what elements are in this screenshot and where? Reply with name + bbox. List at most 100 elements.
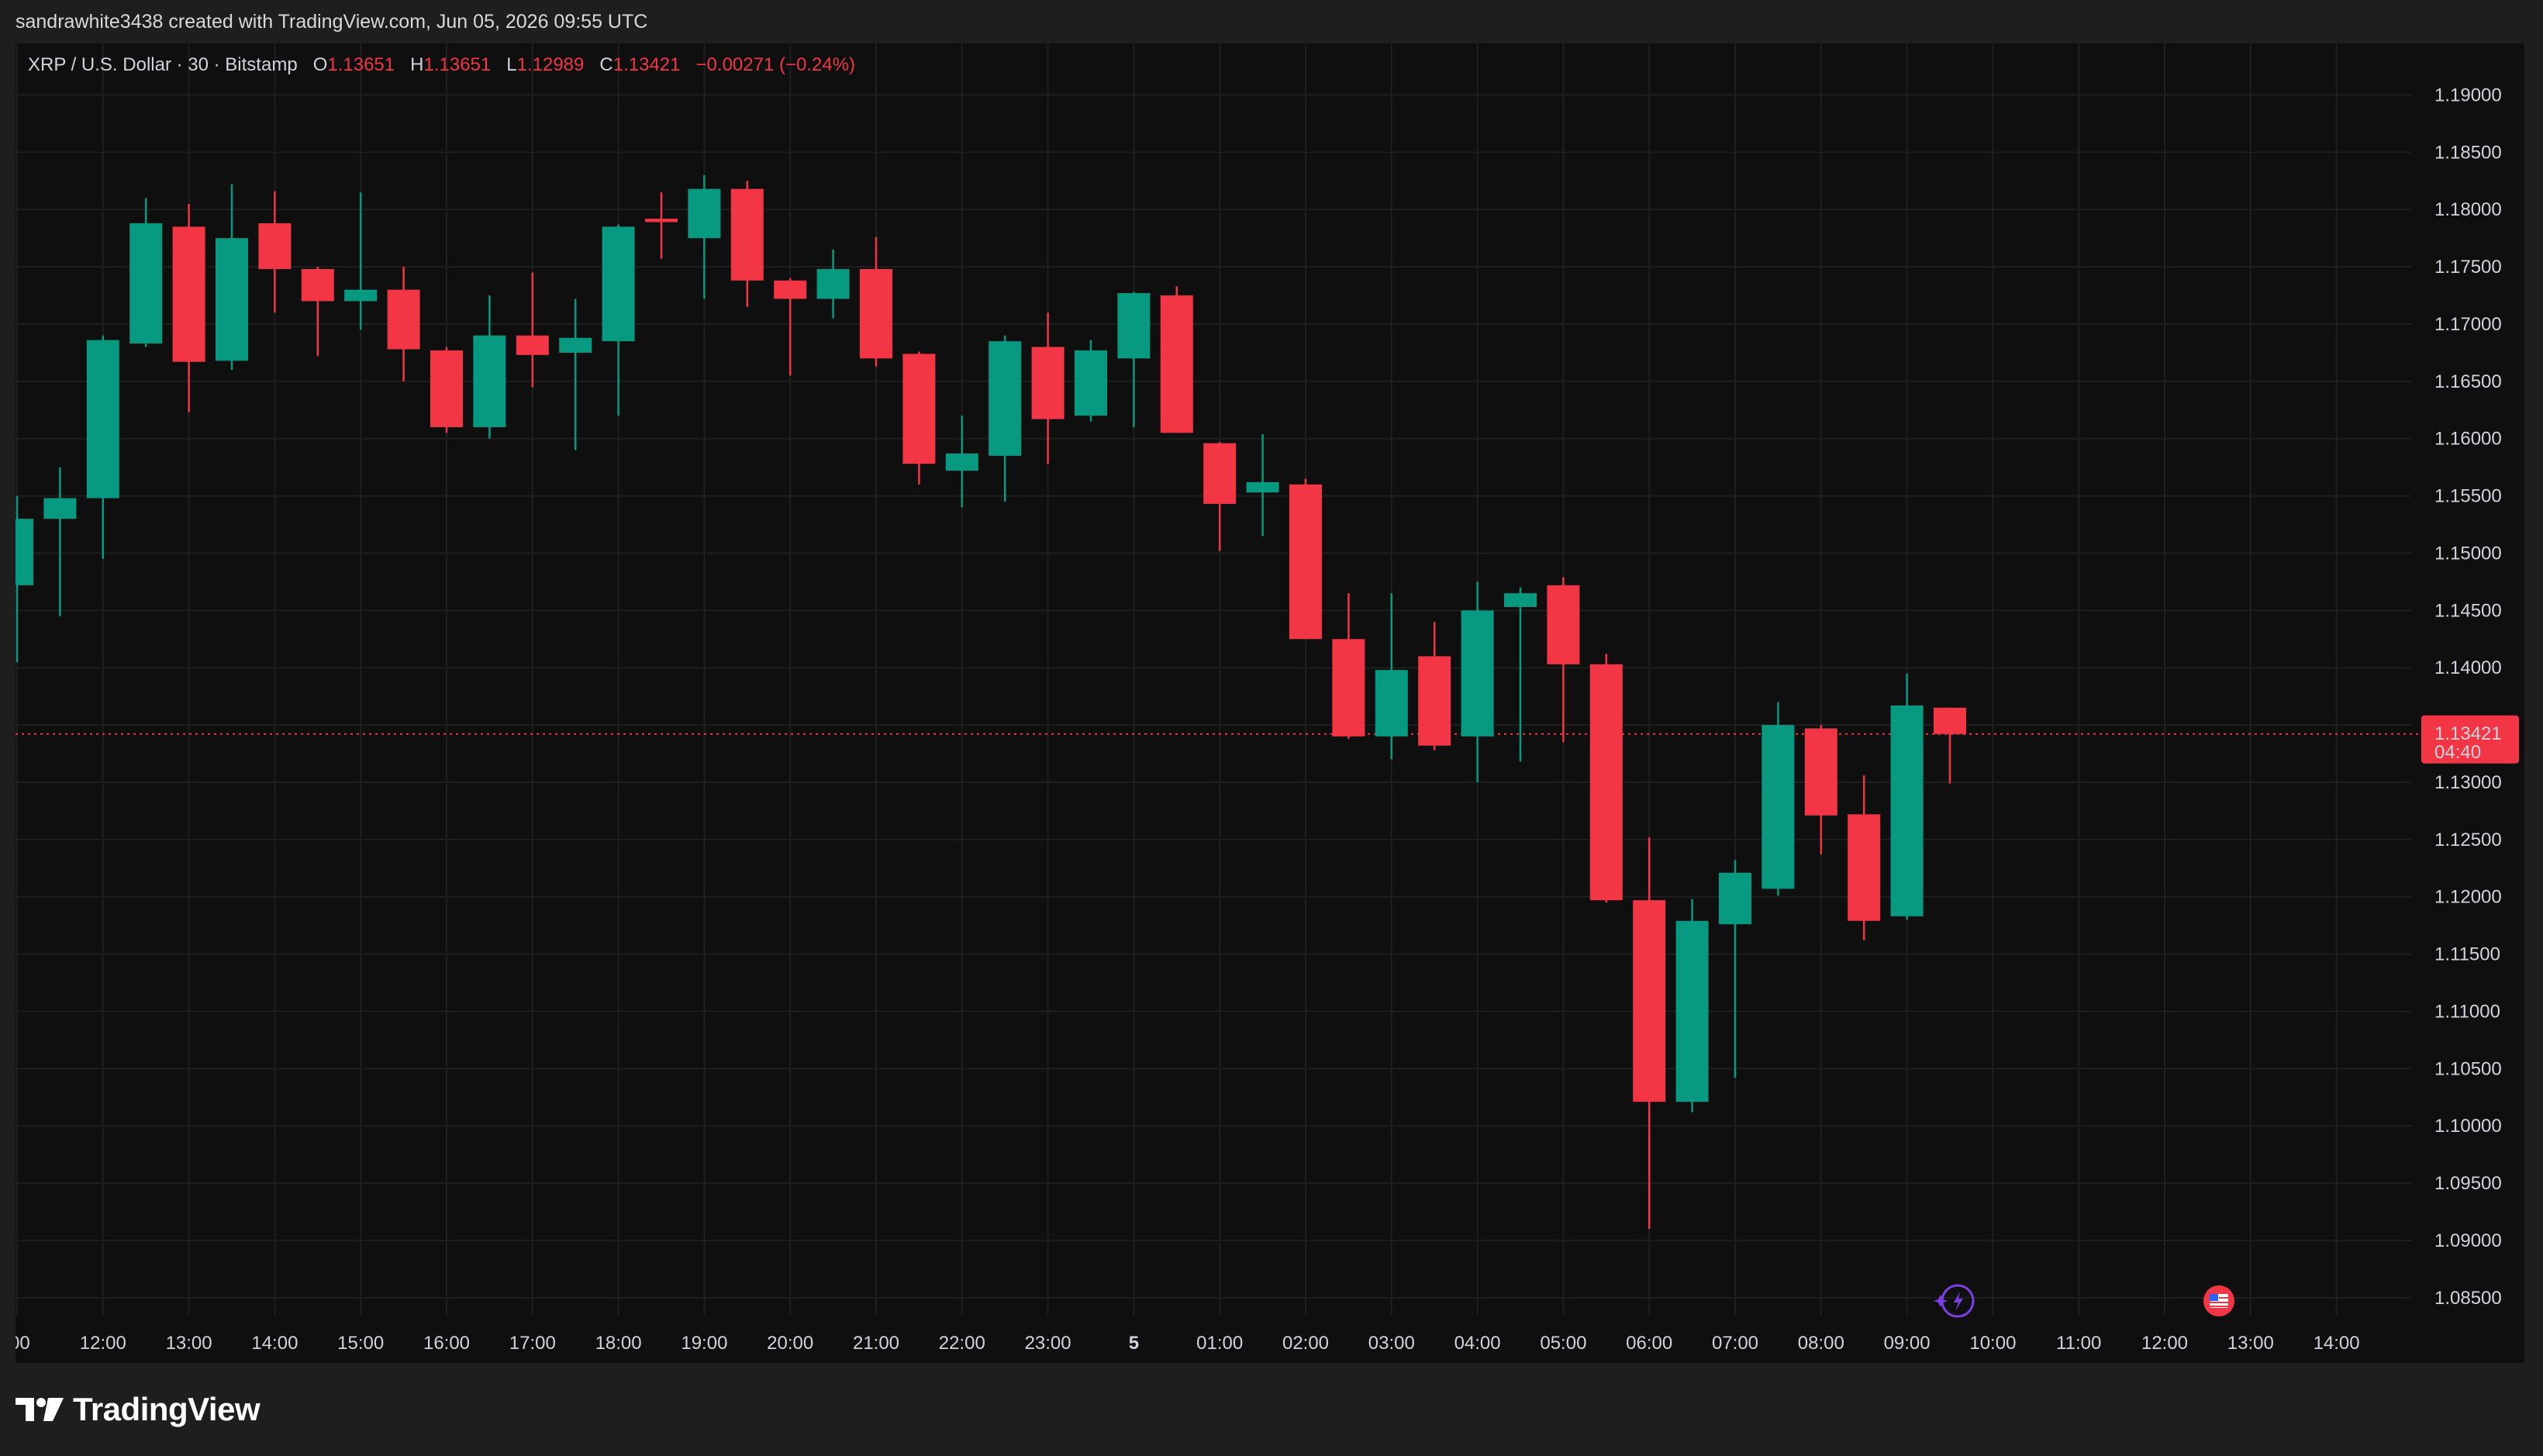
candle-body	[945, 453, 978, 471]
time-tick-label: 09:00	[1884, 1333, 1931, 1354]
bullish-candle	[1075, 340, 1107, 422]
price-tick-label: 1.09500	[2434, 1173, 2502, 1194]
time-tick-label: 21:00	[853, 1333, 899, 1354]
bullish-candle	[16, 495, 33, 662]
time-tick-label: 16:00	[423, 1333, 470, 1354]
time-tick-label: 08:00	[1798, 1333, 1844, 1354]
price-tick-label: 1.09000	[2434, 1230, 2502, 1251]
grid-layer	[16, 43, 2411, 1315]
tradingview-logo-text: TradingView	[73, 1391, 261, 1427]
candle-body	[516, 335, 549, 355]
candle-body	[1504, 593, 1537, 607]
bearish-candle	[1934, 707, 1966, 784]
candle-body	[730, 188, 764, 281]
header-bar: sandrawhite3438 created with TradingView…	[0, 0, 2543, 43]
candle-body	[1160, 295, 1193, 433]
time-tick-label: 07:00	[1712, 1333, 1758, 1354]
price-tick-label: 1.14500	[2434, 600, 2502, 621]
time-axis[interactable]: :00 12:00 13:00 14:00 15:00 16:00 17:00 18:00 19…	[16, 1333, 2360, 1354]
price-tick-label: 1.11500	[2434, 944, 2500, 965]
time-tick-label: 22:00	[939, 1333, 985, 1354]
bullish-candle	[945, 416, 978, 508]
open-label: O	[312, 54, 328, 75]
candle-body	[1203, 443, 1237, 504]
bullish-candle	[344, 192, 378, 330]
time-tick-label: 05:00	[1540, 1333, 1586, 1354]
bullish-candle	[1675, 899, 1709, 1113]
bullish-candle	[602, 224, 635, 416]
price-tick-label: 1.18000	[2434, 199, 2502, 220]
bullish-candle	[473, 295, 506, 439]
candle-body	[559, 337, 592, 353]
close-label: C	[599, 54, 613, 75]
price-tick-label: 1.11000	[2434, 1001, 2500, 1022]
bullish-candle	[816, 249, 850, 319]
bearish-candle	[1289, 478, 1322, 640]
bearish-candle	[387, 267, 420, 381]
bearish-candle	[516, 272, 549, 388]
price-tick-label: 1.12500	[2434, 830, 2502, 850]
price-tick-label: 1.15000	[2434, 543, 2502, 564]
bearish-candle	[1160, 286, 1193, 433]
bearish-candle	[430, 347, 463, 433]
price-tick-label: 1.19000	[2434, 85, 2502, 105]
candle-body	[216, 238, 248, 361]
candle-body	[344, 289, 378, 302]
dividends-event-icon[interactable]	[1934, 1284, 1975, 1318]
price-tick-label: 1.17000	[2434, 314, 2502, 335]
candle-body	[816, 269, 850, 299]
candle-body	[688, 188, 721, 239]
bearish-candle	[1633, 837, 1666, 1230]
tradingview-logo[interactable]: TradingView	[16, 1388, 261, 1431]
candle-body	[645, 219, 678, 223]
price-tick-label: 1.16500	[2434, 371, 2502, 392]
candle-body	[430, 350, 463, 427]
us-economic-event-icon[interactable]	[2203, 1285, 2234, 1316]
high-label: H	[410, 54, 424, 75]
bearish-candle	[902, 351, 936, 485]
bearish-candle	[730, 181, 764, 307]
time-tick-label: 12:00	[80, 1333, 126, 1354]
candle-body	[1589, 664, 1623, 901]
high-value: 1.13651	[423, 54, 492, 75]
price-tag-countdown: 04:40	[2434, 742, 2481, 763]
candle-body	[602, 226, 635, 342]
close-value: 1.13421	[612, 54, 681, 75]
low-value: 1.12989	[516, 54, 585, 75]
bearish-candle	[1332, 593, 1365, 739]
candle-body	[1117, 293, 1151, 359]
bullish-candle	[1890, 673, 1924, 920]
candle-body	[1633, 900, 1666, 1102]
bearish-candle	[301, 267, 334, 357]
candle-body	[1719, 872, 1751, 925]
price-axis[interactable]: 1.19000 1.18500 1.18000 1.17500 1.17000 1.165…	[2434, 85, 2502, 1308]
price-tag-price: 1.13421	[2434, 723, 2502, 744]
bullish-candle	[129, 198, 163, 347]
symbol-legend[interactable]: XRP / U.S. Dollar · 30 · Bitstamp O 1.136…	[28, 54, 855, 76]
candle-body	[989, 341, 1022, 456]
bullish-candle	[1719, 860, 1751, 1078]
time-tick-label: 18:00	[595, 1333, 642, 1354]
price-tick-label: 1.18500	[2434, 142, 2502, 163]
change-value: −0.00271 (−0.24%)	[695, 54, 856, 75]
candle-body	[301, 269, 334, 302]
candle-body	[1246, 481, 1279, 493]
candle-body	[1804, 728, 1837, 816]
candlestick-chart[interactable]: 1.19000 1.18500 1.18000 1.17500 1.17000 1.165…	[16, 43, 2524, 1363]
candle-layer	[16, 174, 1966, 1230]
time-tick-label: :00	[16, 1333, 30, 1354]
price-tick-label: 1.10000	[2434, 1116, 2502, 1137]
time-tick-label: 17:00	[509, 1333, 556, 1354]
price-tick-label: 1.10500	[2434, 1058, 2502, 1079]
time-tick-label: 23:00	[1025, 1333, 1071, 1354]
time-tick-label: 13:00	[166, 1333, 212, 1354]
candle-body	[774, 280, 807, 299]
candle-body	[1461, 610, 1494, 737]
symbol-name[interactable]: XRP / U.S. Dollar · 30 · Bitstamp	[28, 54, 298, 75]
chart-panel[interactable]: 1.19000 1.18500 1.18000 1.17500 1.17000 1.165…	[16, 43, 2524, 1363]
time-tick-label: 14:00	[2314, 1333, 2360, 1354]
candle-body	[86, 340, 119, 499]
candle-body	[43, 498, 77, 519]
bullish-candle	[1375, 593, 1408, 760]
candle-body	[1761, 725, 1795, 889]
